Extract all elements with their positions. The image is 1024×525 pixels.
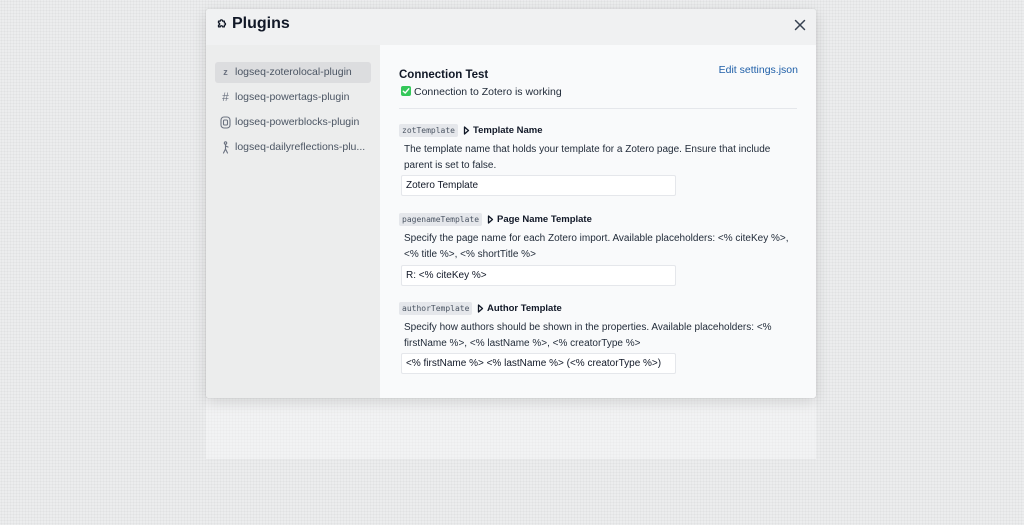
setting-description: The template name that holds your templa…: [404, 144, 771, 171]
background-panel: [206, 398, 816, 460]
sidebar-item-powertags[interactable]: # logseq-powertags-plugin: [215, 87, 371, 108]
sidebar-item-label: logseq-powerblocks-plugin: [235, 116, 360, 128]
setting-title: Author Template: [487, 303, 562, 314]
setting-zottemplate: zotTemplate Template Name The template n…: [399, 124, 799, 196]
setting-title: Page Name Template: [497, 214, 592, 225]
modal-header: Plugins: [206, 9, 816, 45]
block-icon: [220, 116, 231, 129]
sidebar-item-label: logseq-powertags-plugin: [235, 91, 350, 103]
connection-status: Connection to Zotero is working: [414, 86, 562, 98]
sidebar-item-powerblocks[interactable]: logseq-powerblocks-plugin: [215, 112, 371, 133]
sidebar-item-dailyreflections[interactable]: logseq-dailyreflections-plu...: [215, 137, 371, 158]
divider: [399, 108, 797, 109]
check-icon: [401, 86, 411, 96]
puzzle-icon: [217, 19, 227, 28]
connection-test-title: Connection Test: [399, 69, 489, 81]
modal-title: Plugins: [232, 15, 290, 32]
setting-description: Specify the page name for each Zotero im…: [404, 233, 789, 260]
setting-authortemplate: authorTemplate Author Template Specify h…: [399, 302, 799, 374]
caret-right-icon[interactable]: [477, 304, 484, 313]
page-name-template-input[interactable]: [401, 265, 676, 286]
figure-icon: [222, 141, 229, 154]
setting-description: Specify how authors should be shown in t…: [404, 322, 772, 349]
setting-key-badge: authorTemplate: [399, 302, 473, 315]
author-template-input[interactable]: [401, 353, 676, 374]
zotero-z-icon: z: [223, 67, 228, 77]
plugin-settings-panel: Connection Test Edit settings.json Conne…: [380, 45, 816, 398]
template-name-input[interactable]: [401, 175, 676, 196]
plugins-modal: Plugins z logseq-zoterolocal-plugin # lo…: [206, 9, 816, 398]
close-icon[interactable]: [794, 19, 806, 31]
caret-right-icon[interactable]: [463, 126, 470, 135]
sidebar-item-label: logseq-zoterolocal-plugin: [235, 66, 352, 78]
sidebar-item-zoterolocal[interactable]: z logseq-zoterolocal-plugin: [215, 62, 371, 83]
setting-title: Template Name: [473, 125, 543, 136]
setting-key-badge: zotTemplate: [399, 124, 458, 137]
plugin-sidebar: z logseq-zoterolocal-plugin # logseq-pow…: [206, 45, 380, 398]
sidebar-item-label: logseq-dailyreflections-plu...: [235, 141, 366, 153]
hash-icon: #: [222, 90, 229, 104]
setting-key-badge: pagenameTemplate: [399, 213, 483, 226]
setting-pagenametemplate: pagenameTemplate Page Name Template Spec…: [399, 213, 799, 286]
caret-right-icon[interactable]: [487, 215, 494, 224]
edit-settings-link[interactable]: Edit settings.json: [719, 64, 798, 76]
